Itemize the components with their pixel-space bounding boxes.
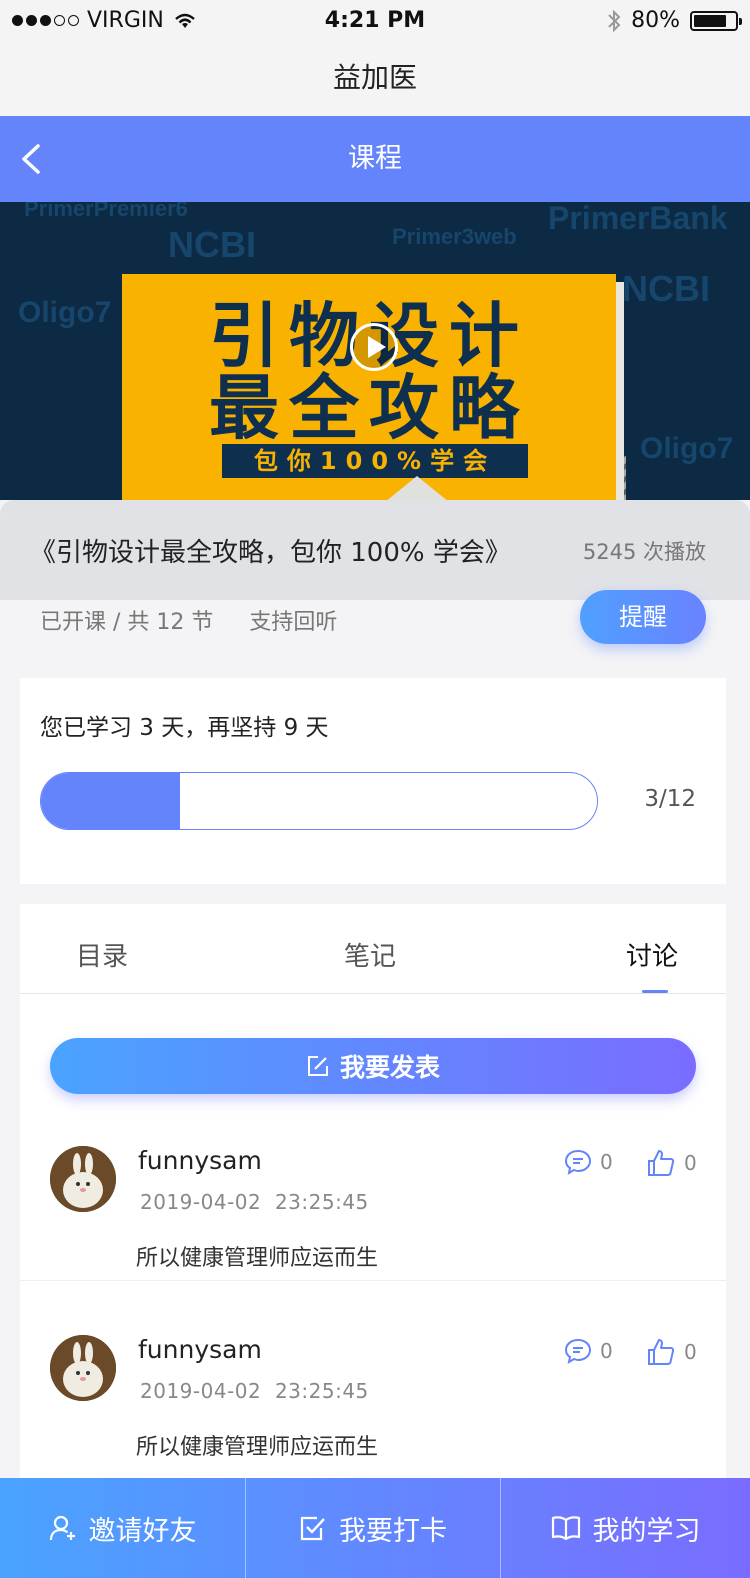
progress-bar: [40, 772, 598, 830]
status-bar: VIRGIN 4:21 PM 80%: [0, 0, 750, 40]
comment-body: 所以健康管理师应运而生: [136, 1246, 379, 1271]
post-button-label: 我要发表: [339, 1053, 440, 1082]
banner-keyword: Oligo7: [18, 296, 112, 329]
comment-time: 23:25:45: [274, 1190, 369, 1214]
progress-message: 您已学习 3 天，再坚持 9 天: [40, 715, 329, 741]
edit-icon: [307, 1056, 328, 1076]
remind-button[interactable]: 提醒: [580, 590, 706, 644]
status-right: 80%: [607, 8, 742, 33]
comment-bubble-icon: [564, 1338, 592, 1365]
comment-body: 所以健康管理师应运而生: [136, 1435, 379, 1460]
banner-keyword: Primer3web: [392, 224, 517, 249]
comment-reply-action[interactable]: 0: [564, 1337, 613, 1365]
poster-title-line2: 最全攻略: [209, 367, 529, 449]
bottom-action-bar: 邀请好友 我要打卡 我的学习: [0, 1478, 750, 1578]
course-poster: 引物设计 最全攻略 包你100%学会: [122, 274, 616, 500]
lesson-count: 已开课 / 共 12 节: [40, 610, 214, 635]
comment-like-action[interactable]: 0: [646, 1148, 697, 1178]
tab-bar: 目录 笔记 讨论: [20, 904, 726, 994]
bunny-avatar-icon: [50, 1146, 116, 1212]
like-count: 0: [684, 1151, 697, 1175]
my-study-button[interactable]: 我的学习: [501, 1478, 750, 1578]
banner-keyword: NCBI: [622, 268, 710, 309]
play-count: 5245 次播放: [582, 540, 706, 564]
comment-username: funnysam: [138, 1335, 262, 1364]
book-icon: [551, 1516, 580, 1541]
banner-keyword: NCBI: [168, 224, 256, 265]
battery-percent: 80%: [631, 8, 680, 33]
comment-item: funnysam 2019-04-02 23:25:45 0 0 所以健康管理师…: [20, 1307, 726, 1497]
checkbox-icon: [300, 1516, 325, 1541]
course-meta: 已开课 / 共 12 节 支持回听: [40, 604, 337, 636]
comment-bubble-icon: [564, 1149, 592, 1176]
like-count: 0: [684, 1340, 697, 1364]
tab-discussion[interactable]: 讨论: [626, 936, 678, 973]
bluetooth-icon: [608, 9, 621, 32]
banner-keyword: PrimerBank: [548, 202, 728, 236]
tab-notes[interactable]: 笔记: [344, 936, 396, 973]
comment-timestamp: 2019-04-02 23:25:45: [140, 1190, 369, 1214]
course-title: 《引物设计最全攻略，包你 100% 学会》: [30, 538, 511, 568]
comment-count: 0: [600, 1150, 613, 1174]
checkin-label: 我要打卡: [339, 1515, 447, 1547]
bunny-avatar-icon: [50, 1335, 116, 1401]
course-title-band: 《引物设计最全攻略，包你 100% 学会》 5245 次播放: [0, 476, 750, 600]
comment-like-action[interactable]: 0: [646, 1337, 697, 1367]
tab-catalog[interactable]: 目录: [76, 936, 128, 973]
comment-divider: [20, 1280, 726, 1281]
replay-support: 支持回听: [249, 610, 338, 635]
battery-level: [694, 14, 726, 27]
invite-friends-button[interactable]: 邀请好友: [0, 1478, 245, 1578]
avatar[interactable]: [50, 1146, 116, 1212]
study-progress-card: 您已学习 3 天，再坚持 9 天 3/12: [20, 678, 726, 884]
comment-date: 2019-04-02: [140, 1379, 262, 1403]
comment-username: funnysam: [138, 1146, 262, 1175]
my-study-label: 我的学习: [592, 1515, 701, 1547]
check-in-button[interactable]: 我要打卡: [246, 1478, 500, 1578]
poster-subtitle: 包你100%学会: [222, 444, 528, 478]
course-content: 目录 笔记 讨论 我要发表 funnysam 2019-04-02 23:25:…: [20, 904, 726, 1484]
post-comment-button[interactable]: 我要发表: [50, 1038, 696, 1094]
banner-keyword: PrimerPremier6: [24, 202, 188, 221]
comment-date: 2019-04-02: [140, 1190, 262, 1214]
thumbs-up-icon: [648, 1150, 675, 1176]
progress-bar-fill: [41, 773, 180, 829]
course-info: 《引物设计最全攻略，包你 100% 学会》 5245 次播放 已开课 / 共 1…: [0, 476, 750, 670]
active-tab-indicator: [642, 990, 668, 993]
progress-count: 3/12: [644, 786, 696, 812]
pointer-notch: [385, 476, 449, 502]
app-title: 益加医: [0, 40, 750, 116]
comment-timestamp: 2019-04-02 23:25:45: [140, 1379, 369, 1403]
nav-bar: 课程: [0, 116, 750, 202]
page-title: 课程: [348, 143, 402, 174]
play-icon[interactable]: [350, 323, 398, 371]
invite-label: 邀请好友: [88, 1515, 197, 1547]
user-add-icon: [49, 1515, 75, 1541]
banner-keyword: Oligo7: [640, 432, 734, 465]
battery-icon: [690, 10, 742, 31]
avatar[interactable]: [50, 1335, 116, 1401]
comment-reply-action[interactable]: 0: [564, 1148, 613, 1176]
thumbs-up-icon: [648, 1339, 675, 1365]
comment-count: 0: [600, 1339, 613, 1363]
comment-time: 23:25:45: [274, 1379, 369, 1403]
